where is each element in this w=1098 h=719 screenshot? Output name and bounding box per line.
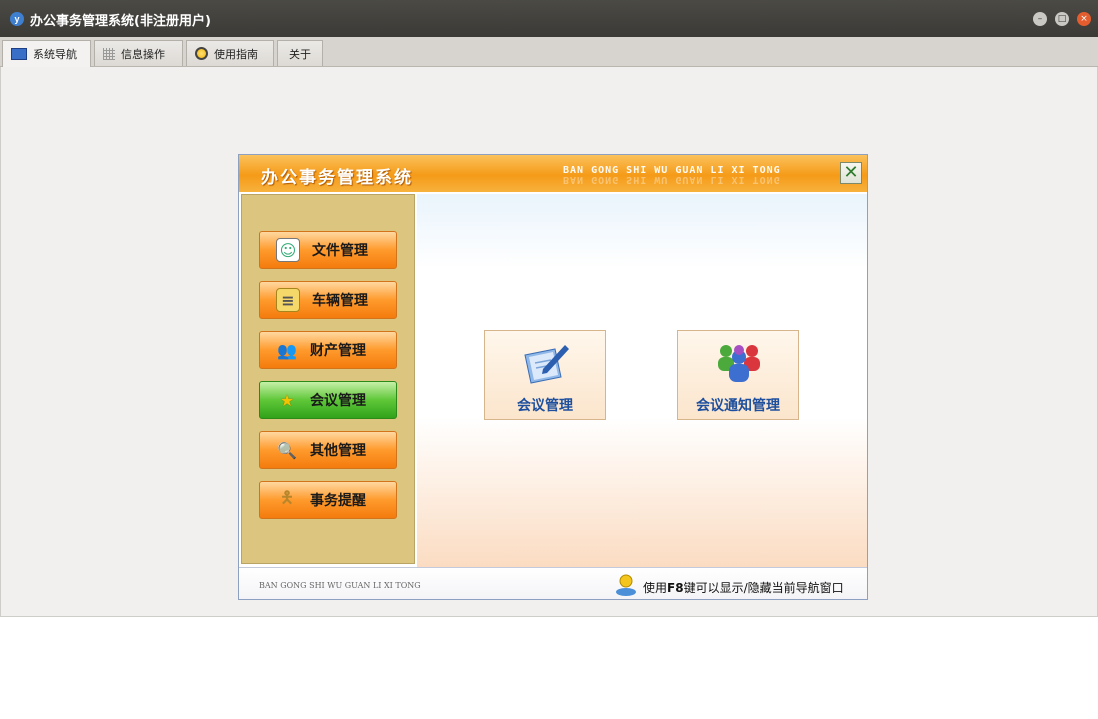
sidebar-item-property-management[interactable]: 👥 财产管理 [259,331,397,369]
footer-pinyin-text: BAN GONG SHI WU GUAN LI XI TONG [259,581,421,590]
guide-icon [195,47,208,60]
tab-system-navigation[interactable]: 系统导航 [2,40,91,67]
app-logo-icon: y [10,12,24,26]
grid-icon [103,47,115,60]
footer-hint-prefix: 使用 [643,581,668,595]
close-icon: ✕ [843,162,859,183]
monitor-icon [11,48,27,60]
dialog-header: 办公事务管理系统 BAN GONG SHI WU GUAN LI XI TONG… [239,155,867,192]
group-users-icon [718,345,760,382]
feature-meeting-notice-button[interactable]: 会议通知管理 [677,330,799,420]
sidebar-item-label: 会议管理 [310,393,366,409]
feature-meeting-management-button[interactable]: 会议管理 [484,330,606,420]
people-icon: 👥 [277,340,297,360]
tab-label: 关于 [289,47,311,61]
feature-area: 会议管理 会议通知管理 [417,194,867,567]
window-title: 办公事务管理系统(非注册用户) [30,14,211,29]
window-titlebar: y 办公事务管理系统(非注册用户) – □ × [0,0,1098,37]
magnifier-icon: 🔍 [277,440,297,460]
footer-hint: 使用F8键可以显示/隐藏当前导航窗口 [643,579,844,596]
document-icon: ≡ [276,288,300,312]
footer-hint-key: F8 [667,581,684,595]
feature-label: 会议管理 [517,398,573,414]
id-card-icon: ☺ [276,238,300,262]
star-icon: ★ [279,390,295,410]
tab-bar: 系统导航 信息操作 使用指南 关于 [0,37,1098,67]
nav-sidebar: ☺ 文件管理 ≡ 车辆管理 👥 财产管理 ★ 会议管理 🔍 其他管理 🯅 事务提… [241,194,415,564]
navigation-dialog: 办公事务管理系统 BAN GONG SHI WU GUAN LI XI TONG… [238,154,868,600]
tab-about[interactable]: 关于 [277,40,323,66]
pen-paper-icon [524,345,569,384]
sidebar-item-label: 事务提醒 [310,493,366,509]
tab-label: 使用指南 [214,47,258,61]
close-window-button[interactable]: × [1077,12,1091,26]
sidebar-item-other-management[interactable]: 🔍 其他管理 [259,431,397,469]
dialog-footer: BAN GONG SHI WU GUAN LI XI TONG 使用F8键可以显… [239,567,867,599]
tab-user-guide[interactable]: 使用指南 [186,40,274,66]
dialog-title: 办公事务管理系统 [261,168,413,188]
tab-label: 系统导航 [33,48,77,61]
sidebar-item-label: 其他管理 [310,443,366,459]
dialog-pinyin-reflection: BAN GONG SHI WU GUAN LI XI TONG [563,174,781,185]
tab-info-operation[interactable]: 信息操作 [94,40,183,66]
feature-label: 会议通知管理 [696,398,780,414]
sidebar-item-label: 财产管理 [310,343,366,359]
maximize-button[interactable]: □ [1055,12,1069,26]
lightbulb-user-icon [616,574,636,596]
sidebar-item-affairs-reminder[interactable]: 🯅 事务提醒 [259,481,397,519]
dialog-close-button[interactable]: ✕ [840,162,862,184]
sidebar-item-file-management[interactable]: ☺ 文件管理 [259,231,397,269]
person-icon: 🯅 [279,487,295,507]
sidebar-item-label: 文件管理 [312,243,368,259]
sidebar-item-label: 车辆管理 [312,293,368,309]
sidebar-item-meeting-management[interactable]: ★ 会议管理 [259,381,397,419]
sidebar-item-vehicle-management[interactable]: ≡ 车辆管理 [259,281,397,319]
tab-label: 信息操作 [121,47,165,61]
footer-hint-suffix: 键可以显示/隐藏当前导航窗口 [683,581,844,595]
minimize-button[interactable]: – [1033,12,1047,26]
